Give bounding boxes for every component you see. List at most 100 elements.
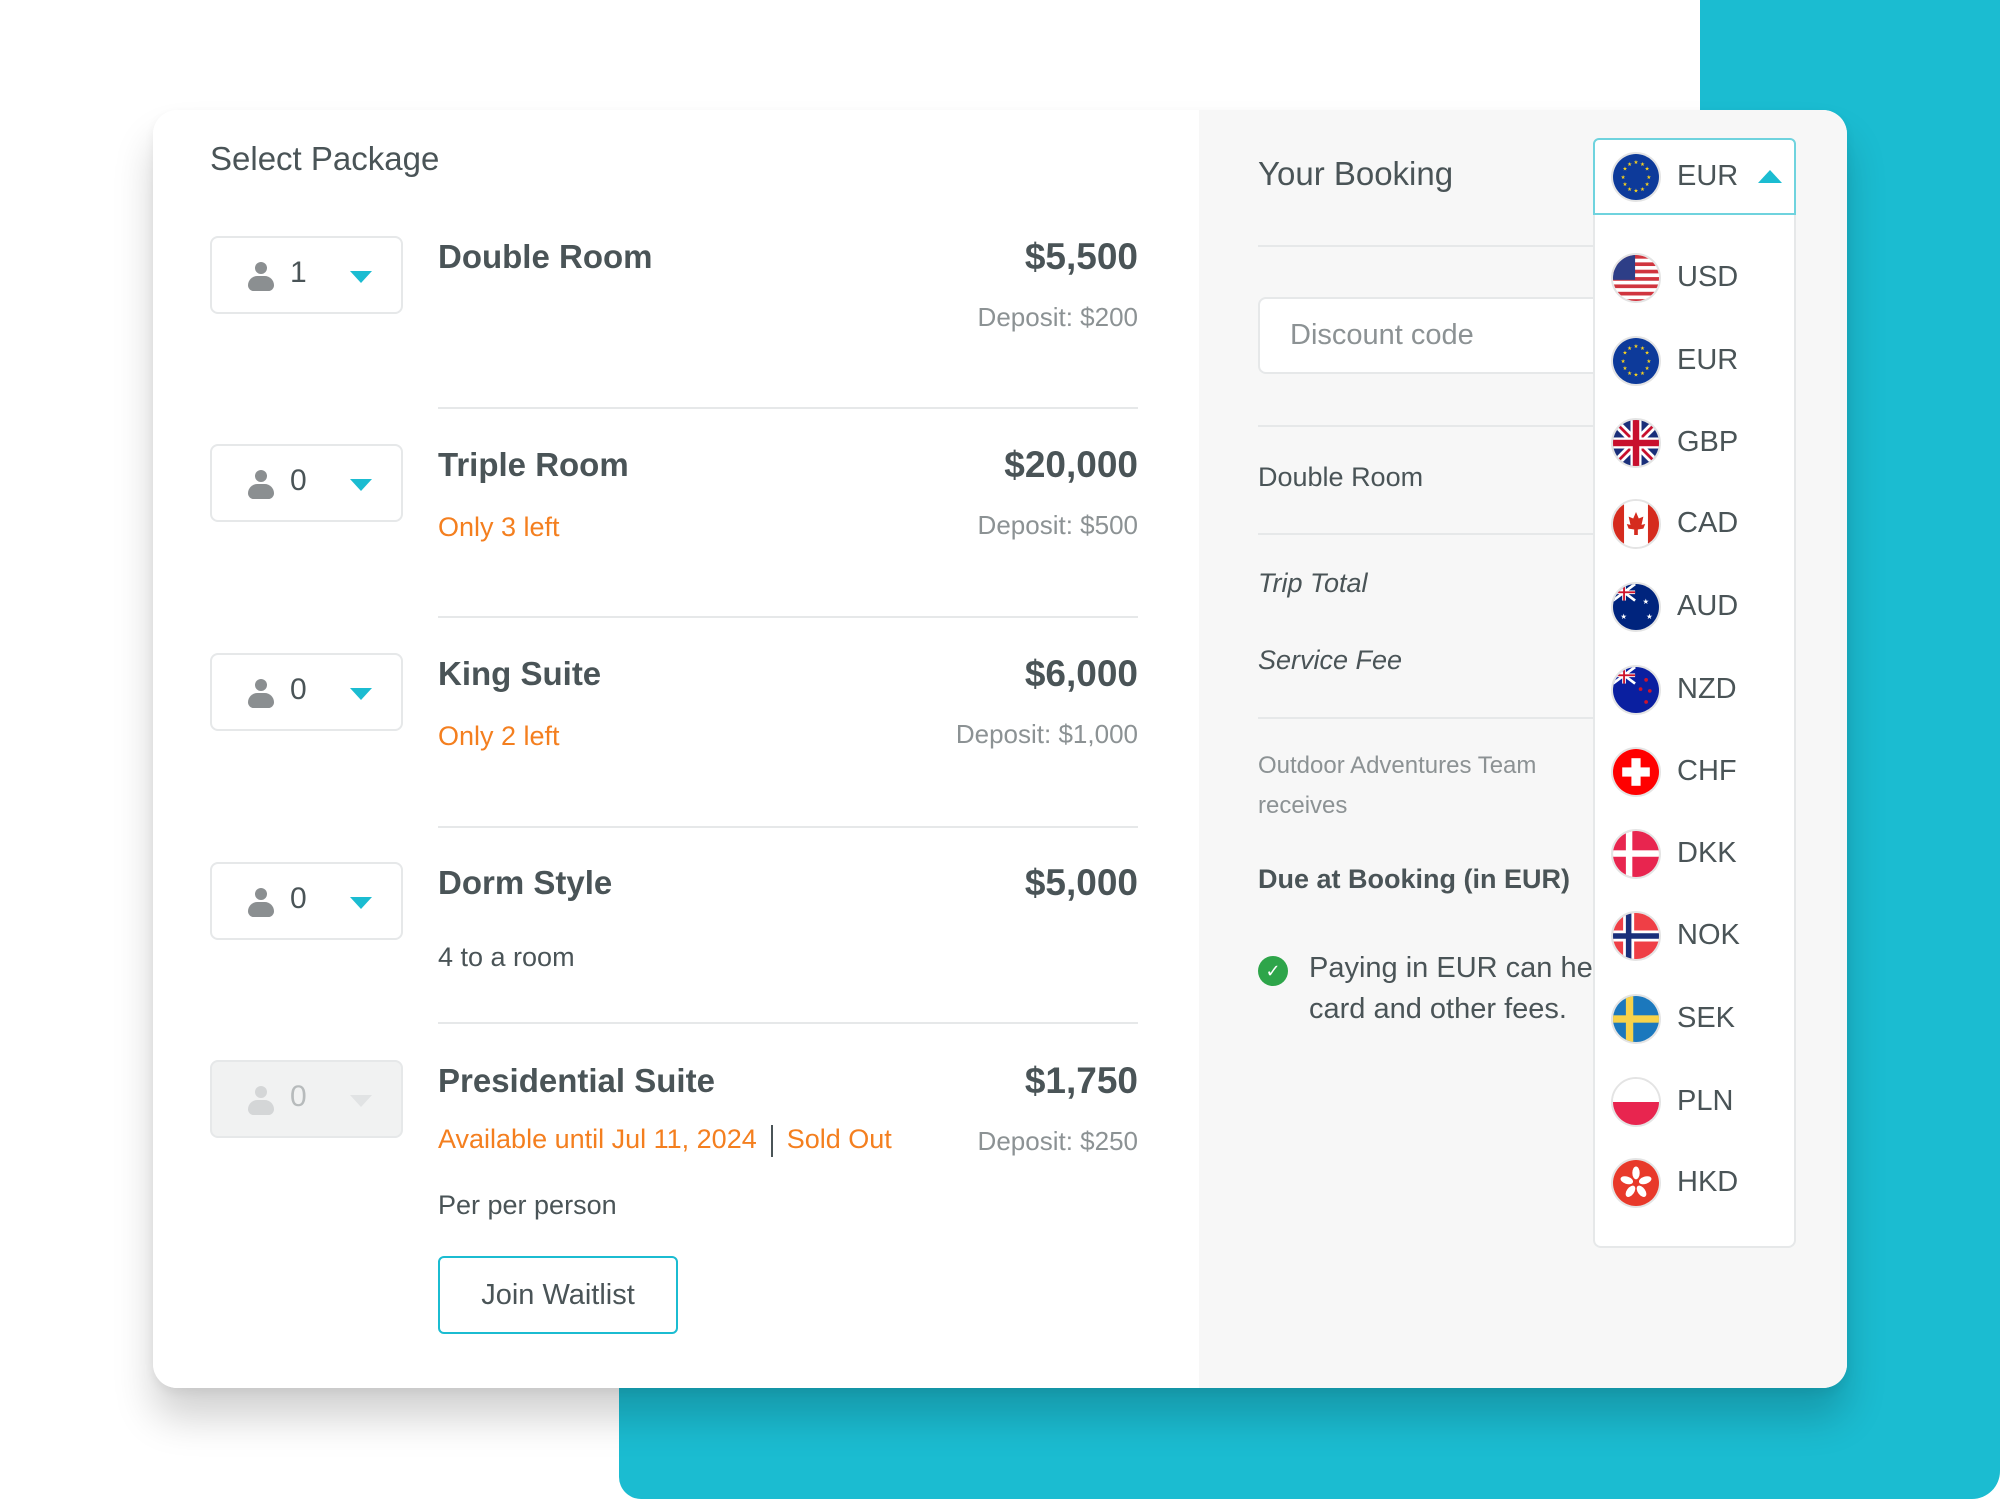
svg-text:★: ★ — [1645, 167, 1650, 173]
svg-text:★: ★ — [1646, 359, 1651, 365]
divider — [1258, 533, 1598, 535]
availability-note: Available until Jul 11, 2024 Sold Out — [438, 1124, 892, 1157]
package-price: $6,000 — [1024, 653, 1138, 694]
eu-flag-icon: ★ ★ ★ ★ ★ ★ ★ ★ ★ ★ ★ ★ — [1611, 336, 1661, 386]
australia-flag-icon: ★ ★ ★ — [1611, 582, 1661, 632]
currency-option-cad[interactable]: CAD — [1595, 485, 1794, 563]
currency-option-usd[interactable]: USD — [1595, 239, 1794, 317]
line-item-label: Double Room — [1258, 462, 1424, 492]
person-icon — [248, 262, 274, 294]
currency-code: GBP — [1677, 426, 1739, 458]
divider — [438, 616, 1138, 618]
currency-code: CAD — [1677, 507, 1739, 539]
package-deposit: Deposit: $250 — [977, 1126, 1138, 1156]
package-deposit: Deposit: $500 — [977, 510, 1138, 540]
svg-text:★: ★ — [1645, 182, 1650, 188]
package-name: King Suite — [438, 655, 602, 692]
currency-option-aud[interactable]: ★ ★ ★ AUD — [1595, 568, 1794, 646]
person-icon — [248, 470, 274, 502]
norway-flag-icon — [1611, 911, 1661, 961]
package-name: Presidential Suite — [438, 1062, 715, 1099]
section-title: Select Package — [210, 140, 440, 177]
currency-option-dkk[interactable]: DKK — [1595, 815, 1794, 893]
package-price: $1,750 — [1024, 1060, 1138, 1101]
switzerland-flag-icon — [1611, 747, 1661, 797]
divider — [1258, 245, 1598, 247]
divider — [438, 407, 1138, 409]
poland-flag-icon — [1611, 1077, 1661, 1127]
svg-text:★: ★ — [1645, 366, 1650, 372]
currency-option-hkd[interactable]: HKD — [1595, 1144, 1794, 1222]
quantity-value: 0 — [290, 882, 307, 915]
quantity-dropdown[interactable]: 0 — [210, 653, 403, 731]
chevron-down-icon — [350, 479, 372, 491]
package-deposit: Deposit: $1,000 — [955, 719, 1138, 749]
join-waitlist-button[interactable]: Join Waitlist — [438, 1256, 678, 1334]
currency-option-nok[interactable]: NOK — [1595, 897, 1794, 975]
info-text-line: card and other fees. — [1309, 993, 1567, 1025]
chevron-down-icon — [350, 271, 372, 283]
person-icon — [248, 888, 274, 920]
chevron-down-icon — [350, 1095, 372, 1107]
svg-text:★: ★ — [1622, 182, 1627, 188]
svg-text:★: ★ — [1627, 346, 1632, 352]
currency-option-pln[interactable]: PLN — [1595, 1063, 1794, 1141]
svg-text:★: ★ — [1646, 612, 1653, 621]
quantity-value: 0 — [290, 673, 307, 706]
quantity-dropdown[interactable]: 1 — [210, 236, 403, 314]
select-package-panel: Select Package 1 Double Room $5,500 Depo… — [153, 110, 1199, 1388]
currency-code: PLN — [1677, 1085, 1734, 1117]
quantity-value: 0 — [290, 464, 307, 497]
svg-text:★: ★ — [1640, 187, 1645, 193]
uk-flag-icon — [1611, 418, 1661, 468]
divider — [438, 1022, 1138, 1024]
currency-option-gbp[interactable]: GBP — [1595, 404, 1794, 482]
svg-text:★: ★ — [1634, 373, 1639, 379]
currency-code: NOK — [1677, 919, 1740, 951]
info-text-line: Paying in EUR can he — [1309, 952, 1593, 984]
package-deposit: Deposit: $200 — [977, 302, 1138, 332]
currency-option-chf[interactable]: CHF — [1595, 733, 1794, 811]
package-name: Triple Room — [438, 446, 629, 483]
svg-text:★: ★ — [1634, 189, 1639, 195]
currency-code: SEK — [1677, 1002, 1736, 1034]
currency-code: EUR — [1677, 344, 1739, 376]
quantity-dropdown[interactable]: 0 — [210, 444, 403, 522]
package-price: $5,500 — [1024, 236, 1138, 277]
us-flag-icon — [1611, 253, 1661, 303]
svg-text:★: ★ — [1634, 160, 1639, 166]
svg-text:★: ★ — [1627, 187, 1632, 193]
svg-text:★: ★ — [1634, 344, 1639, 350]
package-row: 1 Double Room $5,500 Deposit: $200 — [210, 236, 1138, 476]
currency-code: USD — [1677, 261, 1739, 293]
currency-option-sek[interactable]: SEK — [1595, 980, 1794, 1058]
currency-option-eur[interactable]: ★ ★ ★ ★ ★ ★ ★ ★ ★ ★ ★ ★ EUR — [1595, 322, 1794, 400]
currency-option-nzd[interactable]: NZD — [1595, 651, 1794, 729]
currency-code: DKK — [1677, 837, 1737, 869]
svg-text:★: ★ — [1645, 351, 1650, 357]
package-row: 0 King Suite $6,000 Only 2 left Deposit:… — [210, 653, 1138, 893]
info-text: Paying in EUR can he card and other fees… — [1309, 948, 1593, 1030]
eu-flag-icon: ★ ★ ★ ★ ★ ★ ★ ★ ★ ★ ★ ★ — [1611, 152, 1661, 202]
package-price: $20,000 — [1004, 444, 1138, 485]
quantity-dropdown[interactable]: 0 — [210, 862, 403, 940]
svg-text:★: ★ — [1627, 162, 1632, 168]
due-at-booking-label: Due at Booking (in EUR) — [1258, 864, 1570, 894]
sold-out-badge: Sold Out — [786, 1124, 892, 1154]
quantity-value: 1 — [290, 256, 307, 289]
new-zealand-flag-icon — [1611, 665, 1661, 715]
currency-selector[interactable]: ★ ★ ★ ★ ★ ★ ★ ★ ★ ★ ★ ★ EUR — [1593, 138, 1796, 215]
svg-text:★: ★ — [1620, 612, 1627, 621]
check-circle-icon: ✓ — [1258, 956, 1288, 986]
person-icon — [248, 679, 274, 711]
hong-kong-flag-icon — [1611, 1158, 1661, 1208]
package-row: 0 Triple Room $20,000 Only 3 left Deposi… — [210, 444, 1138, 684]
available-until: Available until Jul 11, 2024 — [438, 1124, 757, 1154]
package-price: $5,000 — [1024, 862, 1138, 903]
availability-note: Only 2 left — [438, 721, 560, 751]
service-fee-label: Service Fee — [1258, 645, 1403, 675]
package-name: Double Room — [438, 238, 653, 275]
package-row: 0 Presidential Suite $1,750 Available un… — [210, 1060, 1138, 1360]
svg-text:★: ★ — [1646, 175, 1651, 181]
person-icon — [248, 1086, 274, 1118]
